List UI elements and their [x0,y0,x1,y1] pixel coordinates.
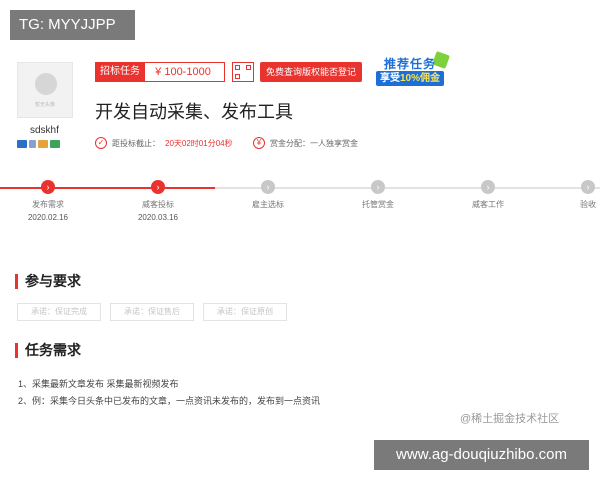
free-copyright-query-button[interactable]: 免费查询版权能否登记 [260,62,362,82]
deadline-info: ✓ 距投标截止： 20天02时01分04秒 [95,137,233,149]
task-type-tag: 招标任务 [95,62,145,82]
step-date: 2020.02.16 [27,213,69,222]
step-label: 验收 [580,200,596,209]
bank-card-icon [50,140,60,148]
chevron-right-icon: › [261,180,275,194]
page-title: 开发自动采集、发布工具 [95,102,293,122]
step-bid: › 威客投标 2020.03.16 [118,180,198,222]
price-range: ¥ 100-1000 [141,62,225,82]
avatar-placeholder-icon [35,73,57,95]
deadline-label: 距投标截止： [112,138,160,148]
chevron-right-icon: › [581,180,595,194]
reward-label: 赏金分配：一人独享赏金 [270,138,358,148]
section-accent-bar [15,273,18,289]
recommended-task-badge: 推荐任务 享受10%佣金 [372,51,452,88]
reward-info: ¥ 赏金分配：一人独享赏金 [253,137,358,149]
section-title: 参与要求 [25,273,81,289]
yen-circle-icon: ¥ [253,137,265,149]
avatar-caption: 暂无头像 [34,102,55,108]
promo-subtitle: 享受10%佣金 [376,71,445,86]
step-label: 托管赏金 [362,200,394,209]
promo-title: 推荐任务 [384,57,437,71]
id-card-icon [17,140,27,148]
step-label: 发布需求 [32,200,64,209]
requirements-heading: 任务需求 [15,340,81,360]
chevron-right-icon: › [371,180,385,194]
participation-heading: 参与要求 [15,271,81,291]
step-label: 威客投标 [142,200,174,209]
promo-highlight: 10%佣金 [400,73,441,84]
step-date: 2020.03.16 [137,213,179,222]
tg-badge: TG: MYYJJPP [10,10,135,40]
email-icon [38,140,48,148]
section-accent-bar [15,342,18,358]
section-title: 任务需求 [25,342,81,358]
chevron-right-icon: › [151,180,165,194]
commitment-chip: 承诺：保证原创 [203,303,287,321]
watermark: @稀土掘金技术社区 [460,413,560,425]
chevron-right-icon: › [41,180,55,194]
url-badge: www.ag-douqiuzhibo.com [374,440,589,470]
step-select: › 雇主选标 [228,180,308,210]
qr-code-icon[interactable] [232,62,254,82]
step-label: 雇主选标 [252,200,284,209]
step-work: › 威客工作 [448,180,528,210]
requirement-line: 2、例：采集今日头条中已发布的文章，一点资讯未发布的，发布到一点资讯 [18,396,321,406]
step-accept: › 验收 [573,180,600,210]
phone-icon [29,140,36,148]
step-escrow: › 托管赏金 [338,180,418,210]
avatar[interactable]: 暂无头像 [17,62,73,118]
check-circle-icon: ✓ [95,137,107,149]
requirement-line: 1、采集最新文章发布 采集最新视频发布 [18,379,179,389]
username[interactable]: sdskhf [30,125,59,136]
promo-prefix: 享受 [380,73,400,84]
chevron-right-icon: › [481,180,495,194]
step-publish: › 发布需求 2020.02.16 [8,180,88,222]
user-verification-icons [17,140,60,148]
deadline-countdown: 20天02时01分04秒 [165,138,233,148]
commitment-chip: 承诺：保证完成 [17,303,101,321]
commitment-chip: 承诺：保证售后 [110,303,194,321]
step-label: 威客工作 [472,200,504,209]
